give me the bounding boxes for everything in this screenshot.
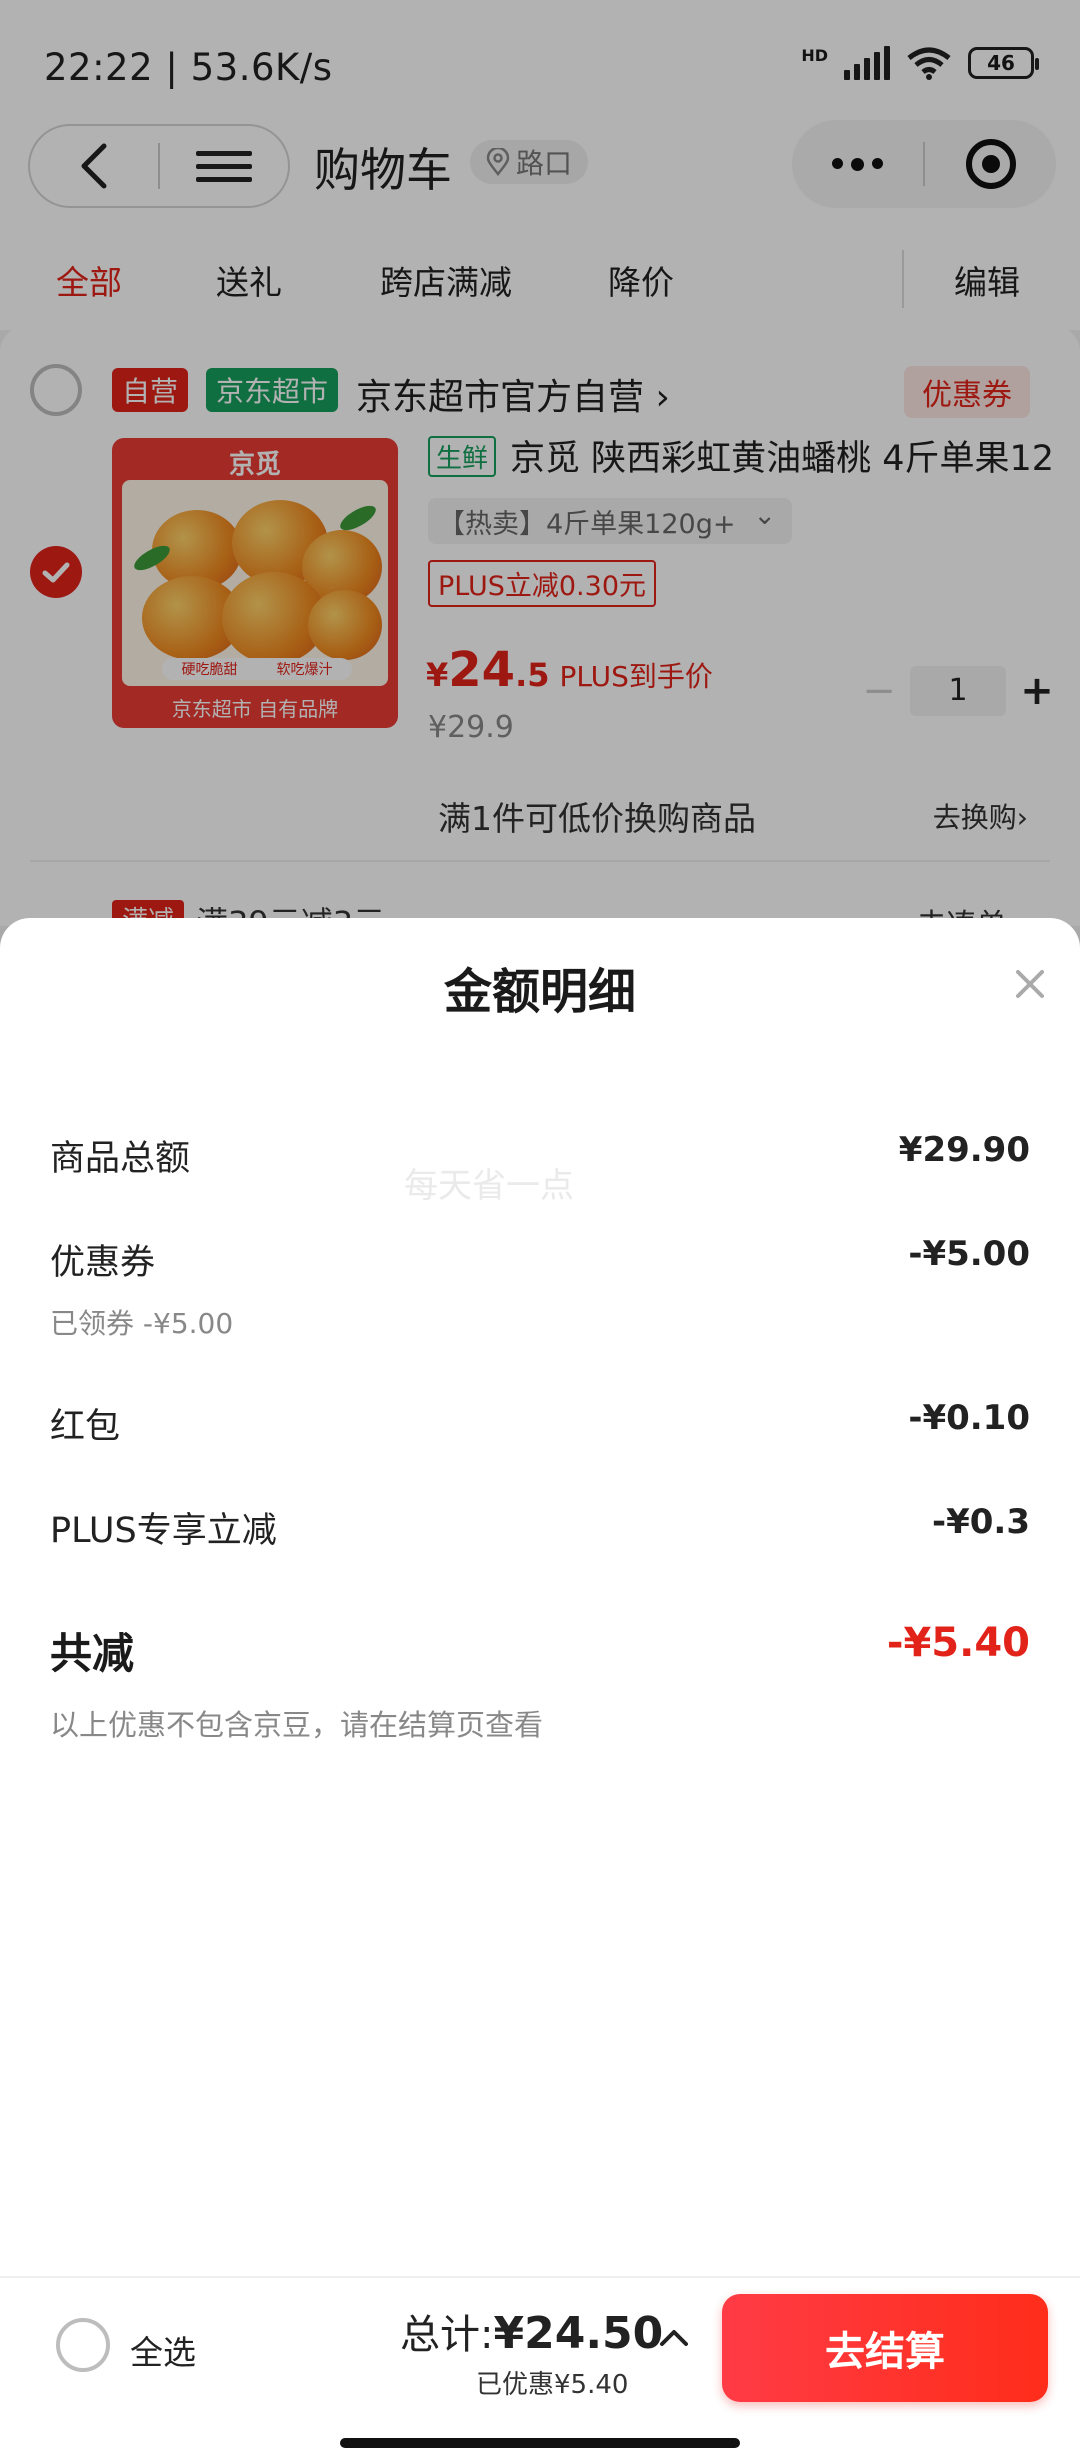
sheet-title: 金额明细 [443,964,636,1020]
select-all-label[interactable]: 全选 [130,2326,196,2374]
total-price: 总计:¥24.50 [400,2302,663,2360]
total-discount-label: 共减 [50,1629,135,1678]
watermark: 每天省一点 [404,1166,574,1206]
coupon-label: 优惠券 [50,1243,156,1283]
home-indicator[interactable] [340,2438,740,2448]
goods-total-value: ¥29.90 [898,1130,1030,1170]
coupon-note: 已领券 -¥5.00 [50,1307,234,1340]
close-icon[interactable] [1010,964,1050,1004]
total-label: 总计: [400,2312,494,2358]
plus-discount-label: PLUS专享立减 [50,1511,277,1551]
checkout-bar: 全选 总计:¥24.50 已优惠¥5.40 去结算 [0,2276,1080,2460]
saved-amount: 已优惠¥5.40 [476,2370,629,2400]
total-discount-value: -¥5.40 [886,1620,1030,1666]
plus-discount-value: -¥0.3 [932,1502,1030,1542]
coupon-value: -¥5.00 [908,1234,1030,1274]
goods-total-label: 商品总额 [50,1139,191,1179]
red-packet-label: 红包 [50,1407,121,1447]
total-value: ¥24.50 [493,2308,664,2359]
sheet-footnote: 以上优惠不包含京豆，请在结算页查看 [50,1708,544,1742]
red-packet-value: -¥0.10 [908,1398,1030,1438]
chevron-up-icon[interactable] [656,2320,692,2356]
checkout-button[interactable]: 去结算 [722,2294,1048,2402]
amount-detail-sheet: 金额明细 每天省一点 商品总额 ¥29.90 优惠券 -¥5.00 已领券 -¥… [0,918,1080,2460]
select-all-radio[interactable] [56,2318,110,2372]
